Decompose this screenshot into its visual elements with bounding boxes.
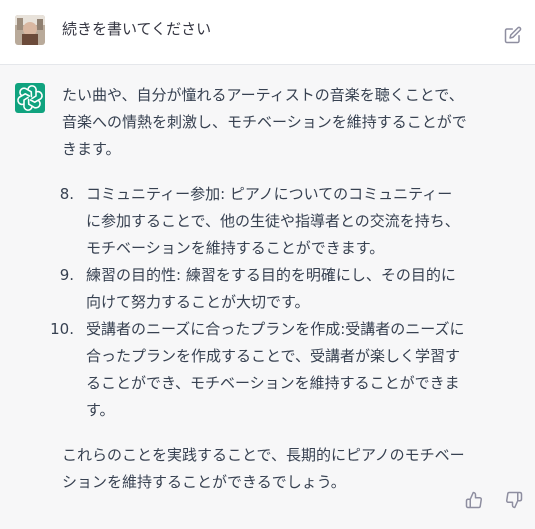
list-item-text: コミュニティー参加: ピアノについてのコミュニティーに参加することで、他の生徒や… (86, 185, 460, 257)
list-item-text: 練習の目的性: 練習をする目的を明確にし、その目的に向けて努力することが大切です… (86, 266, 456, 311)
user-message-text: 続きを書いてください (62, 20, 212, 38)
assistant-intro-paragraph: たい曲や、自分が憧れるアーティストの音楽を聴くことで、音楽への情熱を刺激し、モチ… (62, 86, 467, 158)
list-item-number: 8. (59, 185, 74, 203)
edit-icon[interactable] (504, 26, 522, 44)
thumbs-up-icon[interactable] (465, 491, 483, 509)
assistant-conclusion-paragraph: これらのことを実践することで、長期的にピアノのモチベーションを維持することができ… (62, 446, 465, 491)
list-item: 9. 練習の目的性: 練習をする目的を明確にし、その目的に向けて努力することが大… (60, 262, 467, 316)
list-item-number: 10. (50, 320, 74, 338)
list-item: 10. 受講者のニーズに合ったプランを作成:受講者のニーズに合ったプランを作成す… (50, 316, 467, 424)
list-item-text: 受講者のニーズに合ったプランを作成:受講者のニーズに合ったプランを作成することで… (86, 320, 465, 419)
assistant-numbered-list: 8. コミュニティー参加: ピアノについてのコミュニティーに参加することで、他の… (50, 181, 467, 424)
assistant-message-row: たい曲や、自分が憧れるアーティストの音楽を聴くことで、音楽への情熱を刺激し、モチ… (0, 65, 535, 529)
assistant-message-body: たい曲や、自分が憧れるアーティストの音楽を聴くことで、音楽への情熱を刺激し、モチ… (50, 82, 467, 496)
user-message-row: 続きを書いてください (0, 0, 535, 65)
openai-logo-icon (15, 83, 45, 113)
list-item-number: 9. (59, 266, 74, 284)
user-avatar (15, 15, 45, 45)
thumbs-down-icon[interactable] (505, 491, 523, 509)
list-item: 8. コミュニティー参加: ピアノについてのコミュニティーに参加することで、他の… (60, 181, 467, 262)
